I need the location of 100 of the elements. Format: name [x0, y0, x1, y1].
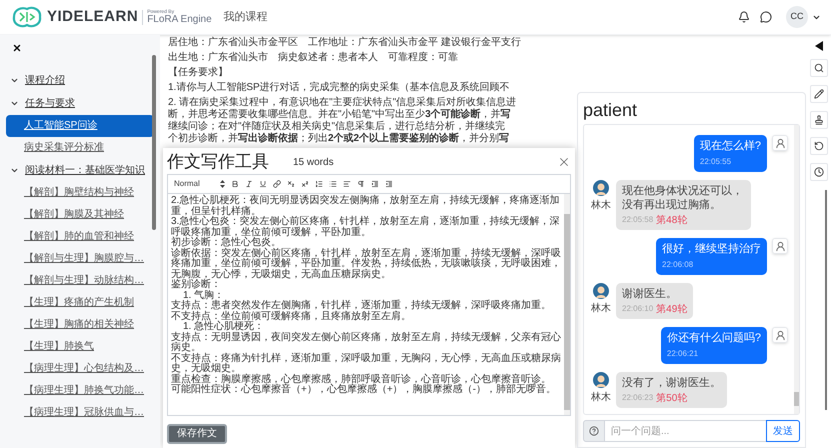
question-input-field[interactable]: 问一个问题...: [605, 420, 766, 442]
passage-paragraph: 出生地：广东省汕头市 病史叙述者：患者本人 可靠程度：可靠: [168, 52, 459, 64]
patient-name: 林木: [591, 390, 611, 405]
sidebar-link[interactable]: 【病理生理】肺换气功能…: [6, 380, 154, 402]
editor-text-line: 不支持点：疼痛为针扎样，逐渐加重，深呼吸加重，无胸闷，无心悸，无高血压或糖尿病史，无吸烟史。: [171, 354, 561, 374]
toolbar-button[interactable]: [810, 85, 828, 103]
align-icon[interactable]: [343, 180, 351, 188]
sidebar-link[interactable]: 【解剖与生理】动脉结构…: [6, 270, 154, 292]
subscript-icon[interactable]: [287, 180, 295, 188]
superscript-icon[interactable]: [301, 180, 309, 188]
passage-paragraph: 【任务要求】: [168, 67, 229, 79]
stamp-icon: [814, 115, 824, 125]
undo-icon: [814, 141, 824, 151]
sidebar-link[interactable]: 【解剖】胸壁结构与神经: [6, 182, 154, 204]
sidebar-link[interactable]: 【生理】胸痛的相关神经: [6, 314, 154, 336]
save-button[interactable]: 保存作文: [167, 424, 227, 444]
editor-text-line: 诊断依据：突发左侧心前区疼痛，针扎样，放射至左肩，逐渐加重，持续无缓解，深呼吸疼痛加重，坐位前倾可缓解，平卧加重。伴发热，持续低热，无咳嗽咳痰，无呼吸困难，无胸腹，无心悸，无吸烟史，无高血压糖尿病史。: [171, 248, 561, 280]
toolbar-button[interactable]: [810, 137, 828, 155]
bold-icon[interactable]: [231, 180, 239, 188]
message-icon[interactable]: [760, 11, 772, 23]
round-label: 第50轮: [656, 392, 688, 404]
editor-text-line: 不支持点：坐位前倾可缓解疼痛，且疼痛放射至左肩。: [171, 312, 412, 322]
editor-text-line: 重点检查：胸膜摩擦感，心包摩擦感，肺部呼吸音听诊，心音听诊，心包摩擦音听诊。: [171, 374, 552, 384]
editor-text-line: 3.急性心包炎：突发左侧心前区疼痛，针扎样，放射至左肩，逐渐加重，持续无缓解，深呼吸疼痛加重，坐位前倾可缓解，平卧加重。: [171, 217, 560, 238]
message-time: 22:06:10: [622, 303, 654, 315]
message-text: 现在他身体状况还可以，没有再出现过胸痛。: [622, 184, 744, 212]
help-button[interactable]: [583, 420, 605, 442]
sidebar-section[interactable]: 课程介绍: [25, 73, 65, 88]
logo-icon: [10, 5, 44, 29]
sidebar-link[interactable]: 【病理生理】心包结构及…: [6, 358, 154, 380]
doctor-avatar-icon: [772, 238, 788, 254]
sidebar-link[interactable]: 病史采集评分标准: [6, 137, 154, 159]
sidebar-link[interactable]: 人工智能SP问诊: [6, 115, 154, 137]
patient-avatar-icon: [593, 180, 609, 196]
bullet-list-icon[interactable]: [329, 180, 337, 188]
editor-text-line: 可能阳性症状：心包摩擦音（+），心包摩擦感（+），胸膜摩擦感（-），肺部无啰音。: [171, 385, 558, 396]
chat-title: patient: [583, 99, 638, 122]
numbered-list-icon[interactable]: [315, 180, 323, 188]
select-arrows-icon: [220, 180, 225, 188]
message-text: 现在怎么样?: [700, 139, 761, 153]
sidebar-link[interactable]: 【解剖】胸膜及其神经: [6, 204, 154, 226]
message-text: 没有了，谢谢医生。: [622, 376, 721, 390]
user-avatar[interactable]: CC: [786, 6, 808, 28]
editor-content-field[interactable]: [167, 194, 571, 416]
collapse-icon[interactable]: [814, 41, 822, 51]
chevron-icon[interactable]: [10, 76, 19, 85]
message-time: 22:06:21: [666, 348, 700, 360]
passage-paragraph: 1.请你与人工智能SP进行对话，完成完整的病史采集（基本信息及系统回顾不: [168, 82, 511, 94]
editor-text-line: 初步诊断：急性心包炎。: [171, 238, 282, 248]
patient-name: 林木: [591, 198, 611, 213]
link-icon[interactable]: [273, 180, 281, 188]
toolbar-button[interactable]: [810, 111, 828, 129]
patient-avatar-icon: [593, 372, 609, 388]
sidebar-link[interactable]: 【病理生理】冠脉供血与…: [6, 402, 154, 424]
close-icon[interactable]: [12, 43, 22, 53]
passage-paragraph: 居住地：广东省汕头市金平区 工作地址：广东省汕头市金平 建设银行金平支行: [168, 37, 522, 49]
search-icon: [814, 63, 824, 73]
help-icon: [589, 426, 599, 436]
patient-avatar-icon: [593, 283, 609, 299]
send-button[interactable]: 发送: [766, 420, 800, 442]
underline-icon[interactable]: [259, 180, 267, 188]
message-time: 22:06:08: [662, 259, 694, 271]
indent-icon[interactable]: [371, 180, 379, 188]
clock-icon: [814, 167, 824, 177]
editor-text-line: 2.急性心肌梗死：夜间无明显诱因突发左侧胸痛，放射至左肩，持续无缓解，疼痛逐渐加重，但呈针扎样痛。: [171, 196, 560, 216]
sidebar-section[interactable]: 阅读材料一：基础医学知识: [25, 163, 145, 178]
sidebar-link[interactable]: 【解剖与生理】胸膜腔与…: [6, 248, 154, 270]
doctor-avatar-icon: [772, 135, 788, 151]
message-time: 22:06:23: [622, 392, 654, 404]
sidebar-section[interactable]: 任务与要求: [25, 96, 75, 111]
toolbar-button[interactable]: [810, 59, 828, 77]
toolbar-button[interactable]: [810, 163, 828, 181]
format-select[interactable]: Normal: [174, 178, 214, 190]
sidebar-link[interactable]: 【解剖】肺的血管和神经: [6, 226, 154, 248]
italic-icon[interactable]: [245, 180, 253, 188]
editor-text-line: 支持点：患者突然发作左侧胸痛，针扎样，逐渐加重，持续无缓解，深呼吸疼痛加重。: [171, 301, 552, 311]
editor-text-line: 1. 气胸：: [183, 290, 224, 300]
round-label: 第49轮: [656, 304, 688, 314]
passage-paragraph: 2. 请在病史采集过程中，有意识地在"主要症状特点"信息采集后对所收集信息进 断，并思考还需要收集哪些信息。并在"小铅笔"中写出至少3个可能诊断，并写 继续问诊；在对"伴随症状及相关病史"信息采集后，进行总结分析，并继续完 个初步诊断，并写出诊断依据；列出2个或2个以上需要鉴别的诊断，并分别写: [168, 97, 518, 145]
chevron-icon[interactable]: [10, 99, 19, 108]
pilcrow-icon[interactable]: [357, 180, 365, 188]
editor-text-line: 鉴别诊断：: [171, 280, 222, 290]
nav-link[interactable]: 我的课程: [224, 8, 268, 26]
message-time: 22:05:55: [700, 156, 732, 168]
dialog-title: 作文写作工具: [167, 151, 269, 174]
editor-text-line: 1. 急性心肌梗死：: [183, 322, 266, 332]
sidebar-link[interactable]: 【生理】肺换气: [6, 336, 154, 358]
notification-icon[interactable]: [738, 11, 750, 23]
outdent-icon[interactable]: [385, 180, 393, 188]
chevron-icon[interactable]: [10, 166, 19, 175]
patient-name: 林木: [591, 302, 611, 316]
sidebar-link[interactable]: 【生理】疼痛的产生机制: [6, 292, 154, 314]
round-label: 第48轮: [656, 214, 688, 226]
pencil-icon: [814, 89, 824, 99]
engine-name: FLoRA Engine: [147, 14, 212, 24]
message-time: 22:05:58: [622, 214, 654, 226]
brand-name: YIDELEARN: [47, 6, 138, 27]
doctor-avatar-icon: [772, 327, 788, 343]
word-count: 15 words: [293, 156, 334, 170]
message-text: 你还有什么问题吗?: [666, 331, 761, 345]
